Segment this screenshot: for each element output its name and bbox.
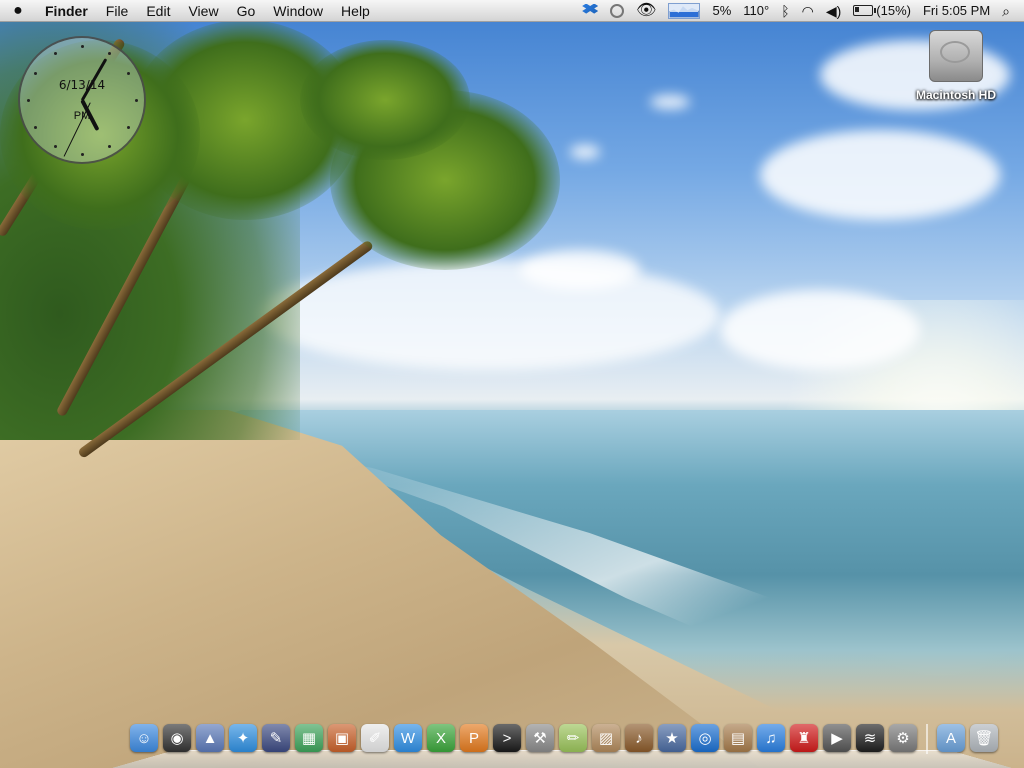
- textedit-icon[interactable]: ✐: [361, 724, 389, 752]
- time-machine-icon: [610, 3, 625, 18]
- menu-help[interactable]: Help: [332, 0, 379, 22]
- utility-icon[interactable]: ⚒: [526, 724, 554, 752]
- cpu-graph-icon: [669, 6, 700, 18]
- macintosh-hd-label: Macintosh HD: [915, 88, 996, 102]
- dropbox-icon: [582, 3, 599, 14]
- menu-go[interactable]: Go: [228, 0, 265, 22]
- wifi-icon: ◠: [801, 2, 814, 19]
- bluetooth-status[interactable]: ᛒ: [775, 0, 795, 22]
- cpu-percent[interactable]: 5%: [706, 0, 737, 22]
- preview-icon[interactable]: ▲: [196, 724, 224, 752]
- clock-tick: [127, 125, 131, 129]
- terminal-icon[interactable]: >: [493, 724, 521, 752]
- macintosh-hd-desktop-icon[interactable]: Macintosh HD: [896, 30, 1016, 102]
- excel-icon[interactable]: X: [427, 724, 455, 752]
- imovie-icon[interactable]: ★: [658, 724, 686, 752]
- trash-icon[interactable]: 🗑: [970, 724, 998, 752]
- spotify-icon[interactable]: ≋: [856, 724, 884, 752]
- front-row-icon[interactable]: ▶: [823, 724, 851, 752]
- clock-date: 6/13/14: [58, 78, 106, 92]
- cloud: [720, 290, 920, 370]
- cloud: [760, 130, 1000, 220]
- volume-status[interactable]: ◀): [820, 0, 847, 22]
- clock-tick: [26, 98, 30, 102]
- menu-finder[interactable]: Finder: [36, 0, 97, 22]
- clock-tick: [107, 145, 111, 149]
- apple-icon[interactable]: ●: [0, 2, 36, 20]
- image-capture-icon[interactable]: ▤: [724, 724, 752, 752]
- applications-folder-icon[interactable]: A: [937, 724, 965, 752]
- clock-tick: [33, 125, 37, 129]
- keynote-icon[interactable]: ▣: [328, 724, 356, 752]
- powerpoint-icon[interactable]: P: [460, 724, 488, 752]
- dock-separator: [926, 724, 928, 754]
- menu-file[interactable]: File: [97, 0, 138, 22]
- dvd-player-icon[interactable]: ◎: [691, 724, 719, 752]
- clock-tick: [53, 145, 57, 149]
- bluetooth-icon: ᛒ: [781, 2, 790, 19]
- menu-view[interactable]: View: [179, 0, 227, 22]
- cpu-graph-status[interactable]: [662, 2, 706, 19]
- cloud: [520, 250, 640, 290]
- clock-tick: [134, 98, 138, 102]
- clock-widget[interactable]: 6/13/14 PM: [18, 36, 146, 164]
- dropbox-status[interactable]: [576, 3, 604, 18]
- clock-tick: [53, 51, 57, 55]
- time-machine-status[interactable]: [604, 3, 630, 18]
- clock-tick: [127, 71, 131, 75]
- battery-status[interactable]: (15%): [847, 0, 917, 22]
- battery-icon: [853, 5, 877, 16]
- clock-tick: [33, 71, 37, 75]
- palm-frond: [300, 40, 470, 160]
- dock: ☺ ◉ ▲ ✦ ✎ ▦ ▣ ✐ W X P > ⚒ ✏ ▨ ♪ ★ ◎ ▤ ♫ ♜ ▶ ≋ ⚙ A 🗑: [112, 722, 1012, 768]
- spotlight-icon: ⌕: [1002, 2, 1010, 19]
- cpu-graph: [668, 2, 701, 19]
- eye-icon: 👁: [636, 1, 657, 19]
- menu-edit[interactable]: Edit: [137, 0, 179, 22]
- cloud: [570, 145, 600, 159]
- clock-tick: [80, 152, 84, 156]
- dock-items: ☺ ◉ ▲ ✦ ✎ ▦ ▣ ✐ W X P > ⚒ ✏ ▨ ♪ ★ ◎ ▤ ♫ ♜ ▶ ≋ ⚙ A 🗑: [130, 724, 998, 754]
- draw-icon[interactable]: ✏: [559, 724, 587, 752]
- quill-icon[interactable]: ✎: [262, 724, 290, 752]
- finder-icon[interactable]: ☺: [130, 724, 158, 752]
- menu-clock[interactable]: Fri 5:05 PM: [917, 0, 996, 22]
- hard-drive-icon: [929, 30, 983, 82]
- wifi-status[interactable]: ◠: [796, 0, 820, 22]
- numbers-icon[interactable]: ▦: [295, 724, 323, 752]
- spotlight-status[interactable]: ⌕: [996, 0, 1016, 22]
- dashboard-icon[interactable]: ◉: [163, 724, 191, 752]
- chair-icon[interactable]: ♜: [790, 724, 818, 752]
- volume-icon: ◀): [825, 2, 842, 19]
- cloud: [650, 95, 690, 109]
- itunes-icon[interactable]: ♫: [757, 724, 785, 752]
- word-icon[interactable]: W: [394, 724, 422, 752]
- battery-percent: (15%): [876, 2, 911, 18]
- menu-bar: ● Finder File Edit View Go Window Help 👁…: [0, 0, 1024, 22]
- menu-window[interactable]: Window: [264, 0, 332, 22]
- garageband-icon[interactable]: ♪: [625, 724, 653, 752]
- iphoto-icon[interactable]: ▨: [592, 724, 620, 752]
- clock-tick: [80, 44, 84, 48]
- desktop: ● Finder File Edit View Go Window Help 👁…: [0, 0, 1024, 768]
- temperature[interactable]: 110°: [737, 0, 775, 22]
- system-preferences-icon[interactable]: ⚙: [889, 724, 917, 752]
- safari-icon[interactable]: ✦: [229, 724, 257, 752]
- clock-tick: [107, 51, 111, 55]
- eye-status[interactable]: 👁: [630, 0, 662, 22]
